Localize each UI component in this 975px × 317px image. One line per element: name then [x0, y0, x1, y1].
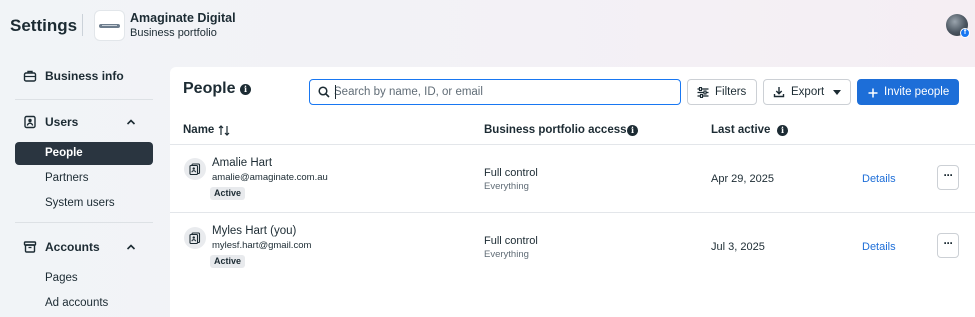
sidebar-item-business-info[interactable]: Business info [0, 68, 160, 84]
table-divider [170, 144, 975, 145]
chevron-up-icon[interactable] [125, 241, 137, 253]
business-portfolio-label: Business portfolio [130, 27, 217, 39]
column-header-last-active: Last active [711, 124, 771, 136]
access-level: Full control [484, 167, 538, 179]
person-card-icon [184, 158, 206, 180]
last-active-date: Jul 3, 2025 [711, 241, 765, 253]
text-cursor [335, 85, 336, 99]
caret-down-icon [833, 90, 841, 95]
sidebar-section-users[interactable]: Users [0, 114, 160, 130]
sidebar-section-label: Users [45, 115, 79, 129]
column-header-name[interactable]: Name [183, 124, 214, 136]
info-icon[interactable]: i [627, 125, 638, 136]
archive-box-icon [23, 241, 37, 253]
sidebar-section-label: Accounts [45, 240, 100, 254]
details-link[interactable]: Details [862, 241, 896, 253]
sidebar-divider [15, 222, 153, 223]
sidebar-item-people-selected[interactable] [15, 142, 153, 165]
table-divider [170, 212, 975, 213]
sidebar-section-accounts[interactable]: Accounts [0, 239, 160, 255]
sidebar-item-ad-accounts[interactable]: Ad accounts [45, 297, 108, 309]
sliders-icon [697, 87, 709, 98]
invite-people-button[interactable]: Invite people [857, 79, 959, 105]
member-email: mylesf.hart@gmail.com [212, 240, 312, 251]
page-title: Settings [10, 16, 78, 35]
last-active-date: Apr 29, 2025 [711, 173, 774, 185]
sidebar-item-partners[interactable]: Partners [45, 172, 88, 184]
facebook-badge-icon: f [960, 28, 970, 38]
access-level: Full control [484, 235, 538, 247]
people-heading: People [183, 80, 236, 97]
user-badge-icon [24, 115, 36, 129]
business-logo-icon [99, 23, 120, 28]
export-button[interactable]: Export [763, 79, 851, 105]
chevron-up-icon[interactable] [125, 116, 137, 128]
filters-label: Filters [715, 86, 747, 98]
status-badge: Active [210, 187, 246, 200]
export-label: Export [791, 86, 825, 98]
top-header: Settings Amaginate Digital Business port… [0, 0, 975, 52]
column-header-access: Business portfolio access [484, 124, 627, 136]
sort-icon[interactable] [218, 125, 230, 136]
member-name: Myles Hart (you) [212, 225, 297, 237]
header-divider [82, 14, 83, 36]
more-options-button[interactable]: ··· [937, 233, 959, 258]
business-name[interactable]: Amaginate Digital [130, 11, 236, 25]
sidebar-item-system-users[interactable]: System users [45, 197, 115, 209]
search-input-wrapper[interactable] [309, 79, 681, 105]
business-logo[interactable] [94, 10, 125, 41]
search-input[interactable] [334, 83, 674, 101]
filters-button[interactable]: Filters [687, 79, 757, 105]
member-name: Amalie Hart [212, 157, 273, 169]
details-link[interactable]: Details [862, 173, 896, 185]
briefcase-icon [23, 70, 37, 82]
info-icon[interactable]: i [240, 84, 251, 95]
access-scope: Everything [484, 249, 529, 260]
download-icon [773, 87, 785, 98]
invite-people-label: Invite people [884, 86, 950, 98]
member-email: amalie@amaginate.com.au [212, 172, 328, 183]
access-scope: Everything [484, 181, 529, 192]
sidebar-divider [15, 99, 153, 100]
sidebar-item-people[interactable]: People [45, 147, 83, 159]
search-icon [318, 86, 330, 98]
info-icon[interactable]: i [777, 125, 788, 136]
status-badge: Active [210, 255, 246, 268]
sidebar-item-label: Business info [45, 69, 124, 83]
plus-icon [868, 88, 878, 98]
sidebar-item-pages[interactable]: Pages [45, 272, 78, 284]
person-card-icon [184, 227, 206, 249]
more-options-button[interactable]: ··· [937, 165, 959, 190]
